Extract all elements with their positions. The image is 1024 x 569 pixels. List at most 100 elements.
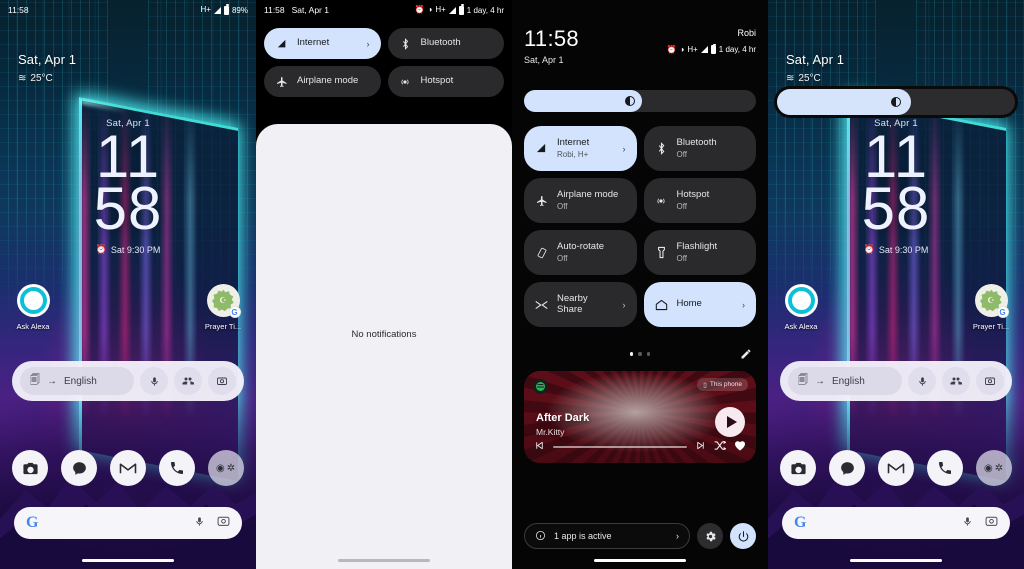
qs-tile-airplane-mode[interactable]: Airplane mode: [264, 66, 381, 97]
translate-language-button[interactable]: 🗐 → English: [788, 367, 902, 395]
translate-mic-icon[interactable]: [140, 367, 168, 395]
search-mic-icon[interactable]: [194, 514, 205, 532]
search-lens-icon[interactable]: [985, 514, 998, 532]
prayer-times-icon: ☪ G: [974, 284, 1009, 318]
quick-settings-footer: 1 app is active ›: [524, 523, 756, 549]
qs-tile-bluetooth[interactable]: Bluetooth: [387, 28, 504, 59]
apps-active-chip[interactable]: 1 app is active ›: [524, 523, 690, 549]
navigation-bar-handle[interactable]: [594, 559, 686, 562]
qs-tile-label: Airplane mode: [297, 75, 359, 87]
google-search-bar[interactable]: G: [14, 507, 242, 539]
chevron-right-icon[interactable]: ›: [623, 144, 626, 154]
app-icon-ask-alexa[interactable]: Ask Alexa: [4, 284, 62, 331]
pencil-icon[interactable]: [740, 348, 752, 363]
translate-widget[interactable]: 🗐 → English: [12, 361, 244, 401]
page-dot-1[interactable]: [629, 352, 634, 356]
dock-messages-icon[interactable]: [61, 450, 98, 486]
quick-settings-page-dots[interactable]: [512, 352, 768, 356]
qs-tile-auto-rotate[interactable]: Auto-rotate Off: [524, 230, 637, 275]
notification-sheet: No notifications: [256, 124, 512, 569]
alarm-icon: ⏰: [95, 244, 107, 255]
next-icon[interactable]: [695, 440, 706, 454]
media-artist: Mr.Kitty: [536, 427, 565, 437]
search-lens-icon[interactable]: [217, 514, 230, 532]
google-search-bar[interactable]: G: [782, 507, 1010, 539]
translate-conversation-icon[interactable]: [942, 367, 970, 395]
hotspot-icon: [399, 76, 412, 88]
battery-icon: [458, 4, 464, 15]
dock-phone-icon[interactable]: [926, 450, 963, 486]
app-label: Prayer Ti...: [204, 322, 242, 331]
media-seekbar[interactable]: [553, 446, 687, 448]
home-icon: [655, 299, 668, 311]
empty-notifications-text: No notifications: [351, 329, 417, 340]
signal-icon: [535, 143, 548, 154]
translate-language: English: [832, 375, 865, 387]
qs-tile-label: Home: [676, 298, 702, 310]
app-icon-prayer-times[interactable]: ☪ G Prayer Ti...: [194, 284, 252, 331]
qs-tile-internet[interactable]: Internet Robi, H+ ›: [524, 126, 637, 171]
page-dot-3[interactable]: [646, 352, 651, 356]
dnd-icon: ◑: [679, 45, 685, 54]
app-icon-prayer-times[interactable]: ☪ G Prayer Ti...: [962, 284, 1020, 331]
date-weather-widget[interactable]: Sat, Apr 1 ≋ 25°C: [786, 52, 844, 84]
qs-tile-label: Bluetooth: [420, 37, 461, 49]
media-player-card[interactable]: ▯ This phone After Dark Mr.Kitty: [524, 371, 756, 463]
favorite-icon[interactable]: [734, 440, 746, 454]
prev-icon[interactable]: [534, 440, 545, 454]
clock-widget[interactable]: Sat, Apr 1 11 58 ⏰ Sat 9:30 PM: [0, 118, 256, 255]
page-dot-2[interactable]: [638, 352, 642, 356]
dock-camera-icon[interactable]: [780, 450, 817, 486]
media-title: After Dark: [536, 412, 590, 424]
signal-icon: [700, 46, 708, 53]
navigation-bar-handle[interactable]: [850, 559, 942, 562]
bluetooth-icon: [399, 37, 412, 50]
dock-folder-icon[interactable]: ◉ ✲: [975, 450, 1012, 486]
chevron-right-icon[interactable]: ›: [623, 300, 626, 310]
media-output-device[interactable]: ▯ This phone: [697, 378, 748, 391]
translate-widget[interactable]: 🗐 → English: [780, 361, 1012, 401]
gear-icon[interactable]: [697, 523, 723, 549]
qs-tile-hotspot[interactable]: Hotspot Off: [643, 178, 756, 223]
qs-tile-bluetooth[interactable]: Bluetooth Off: [643, 126, 756, 171]
translate-camera-icon[interactable]: [976, 367, 1004, 395]
chevron-right-icon[interactable]: ›: [367, 39, 370, 49]
chevron-right-icon[interactable]: ›: [676, 531, 679, 541]
dock-gmail-icon[interactable]: [877, 450, 914, 486]
qs-tile-label: Flashlight: [676, 240, 718, 252]
clock-date: Sat, Apr 1: [106, 118, 150, 129]
dock-folder-icon[interactable]: ◉ ✲: [207, 450, 244, 486]
brightness-slider-overlay[interactable]: [774, 86, 1018, 118]
power-icon[interactable]: [730, 523, 756, 549]
qs-tile-home[interactable]: Home ›: [643, 282, 756, 327]
translate-mic-icon[interactable]: [908, 367, 936, 395]
clock-widget[interactable]: Sat, Apr 1 11 58 ⏰ Sat 9:30 PM: [768, 118, 1024, 255]
dock-messages-icon[interactable]: [829, 450, 866, 486]
dock-phone-icon[interactable]: [158, 450, 195, 486]
panel-notification-shade: 11:58 Sat, Apr 1 ⏰ ◑ H+ 1 day, 4 hr Inte…: [256, 0, 512, 569]
alexa-icon: [784, 284, 818, 317]
play-icon[interactable]: [715, 407, 745, 437]
quick-settings-grid: Internet Robi, H+ › Bluetooth Off Airpla…: [524, 126, 756, 327]
shuffle-icon[interactable]: [714, 440, 727, 454]
qs-tile-internet[interactable]: Internet ›: [264, 28, 381, 59]
search-mic-icon[interactable]: [962, 514, 973, 532]
qs-tile-airplane-mode[interactable]: Airplane mode Off: [524, 178, 637, 223]
qs-tile-flashlight[interactable]: Flashlight Off: [643, 230, 756, 275]
navigation-bar-handle[interactable]: [338, 559, 430, 562]
dock-gmail-icon[interactable]: [109, 450, 146, 486]
translate-conversation-icon[interactable]: [174, 367, 202, 395]
translate-arrow: →: [815, 375, 825, 387]
brightness-slider-fill: [777, 89, 912, 115]
status-time: 11:58: [264, 5, 285, 15]
qs-tile-nearby-share[interactable]: Nearby Share ›: [524, 282, 637, 327]
brightness-slider[interactable]: [524, 90, 756, 112]
dock-camera-icon[interactable]: [12, 450, 49, 486]
translate-language-button[interactable]: 🗐 → English: [20, 367, 134, 395]
translate-camera-icon[interactable]: [208, 367, 236, 395]
app-icon-ask-alexa[interactable]: Ask Alexa: [772, 284, 830, 331]
date-weather-widget[interactable]: Sat, Apr 1 ≋ 25°C: [18, 52, 76, 84]
navigation-bar-handle[interactable]: [82, 559, 174, 562]
qs-tile-hotspot[interactable]: Hotspot: [387, 66, 504, 97]
chevron-right-icon[interactable]: ›: [742, 300, 745, 310]
